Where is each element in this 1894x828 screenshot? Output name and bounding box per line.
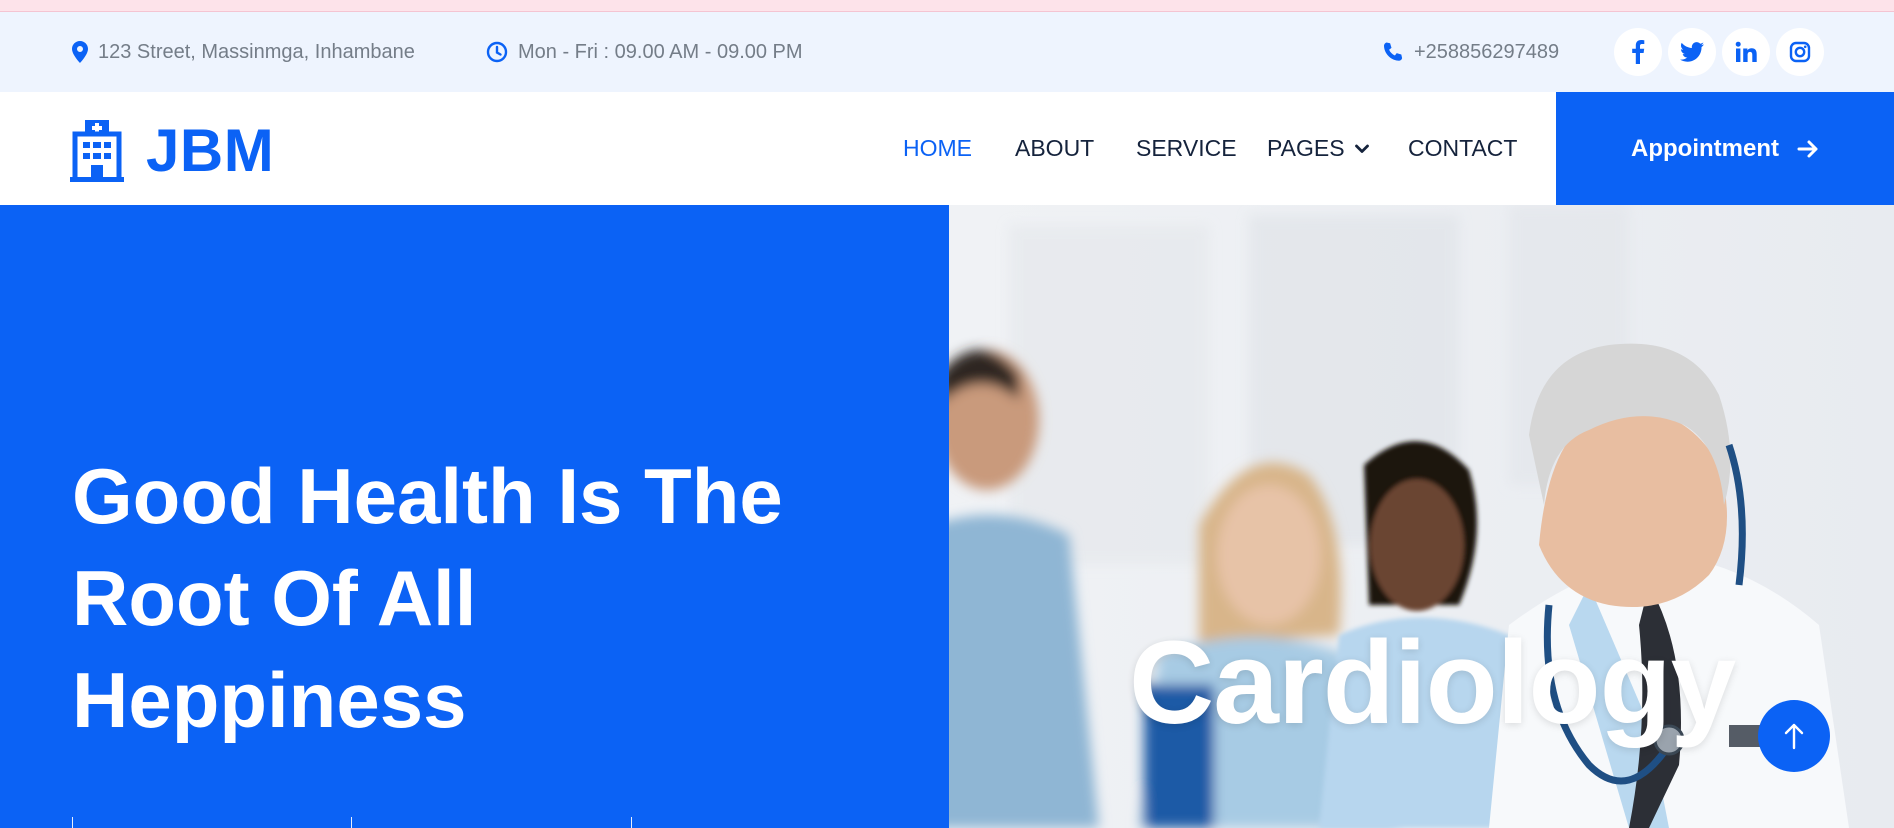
instagram-icon[interactable] [1776, 28, 1824, 76]
arrow-up-icon [1784, 723, 1804, 750]
hero-text-panel: Good Health Is The Root Of All Heppiness [0, 205, 949, 828]
divider [631, 817, 632, 828]
appointment-button[interactable]: Appointment [1556, 92, 1894, 205]
facebook-icon[interactable] [1614, 28, 1662, 76]
hero-section: Good Health Is The Root Of All Heppiness [0, 205, 1894, 828]
nav-pages-label: PAGES [1267, 135, 1345, 161]
hero-title: Good Health Is The Root Of All Heppiness [72, 445, 872, 751]
nav-about[interactable]: ABOUT [1015, 135, 1094, 162]
hospital-icon [70, 119, 124, 182]
top-strip [0, 0, 1894, 12]
nav-service[interactable]: SERVICE [1136, 135, 1237, 162]
hero-stat-dividers [72, 817, 632, 828]
twitter-icon[interactable] [1668, 28, 1716, 76]
arrow-right-icon [1797, 140, 1818, 157]
hero-title-line-3: Heppiness [72, 656, 467, 744]
address-info: 123 Street, Massinmga, Inhambane [72, 12, 415, 92]
brand-logo[interactable]: JBM [70, 116, 274, 185]
top-info-bar: 123 Street, Massinmga, Inhambane Mon - F… [0, 12, 1894, 92]
phone-text: +258856297489 [1414, 40, 1560, 63]
back-to-top-button[interactable] [1758, 700, 1830, 772]
nav-contact[interactable]: CONTACT [1408, 135, 1517, 162]
brand-name: JBM [146, 117, 275, 184]
photo-caption: Cardiology [1129, 617, 1736, 749]
divider [72, 817, 73, 828]
phone-info[interactable]: +258856297489 [1382, 12, 1559, 92]
social-links [1614, 28, 1824, 76]
hours-info: Mon - Fri : 09.00 AM - 09.00 PM [486, 12, 803, 92]
map-pin-icon [72, 41, 88, 63]
main-navbar: JBM HOME ABOUT SERVICE PAGES CONTACT App… [0, 92, 1894, 205]
divider [351, 817, 352, 828]
nav-pages[interactable]: PAGES [1267, 135, 1369, 162]
nav-home[interactable]: HOME [903, 135, 972, 162]
address-text: 123 Street, Massinmga, Inhambane [98, 40, 415, 63]
hours-text: Mon - Fri : 09.00 AM - 09.00 PM [518, 40, 803, 63]
linkedin-icon[interactable] [1722, 28, 1770, 76]
appointment-label: Appointment [1631, 134, 1779, 162]
chevron-down-icon [1354, 144, 1369, 153]
hero-title-line-1: Good Health Is The [72, 452, 783, 540]
clock-icon [486, 41, 508, 63]
hero-photo: Cardiology [949, 205, 1894, 828]
phone-icon [1384, 42, 1403, 61]
hero-title-line-2: Root Of All [72, 554, 477, 642]
